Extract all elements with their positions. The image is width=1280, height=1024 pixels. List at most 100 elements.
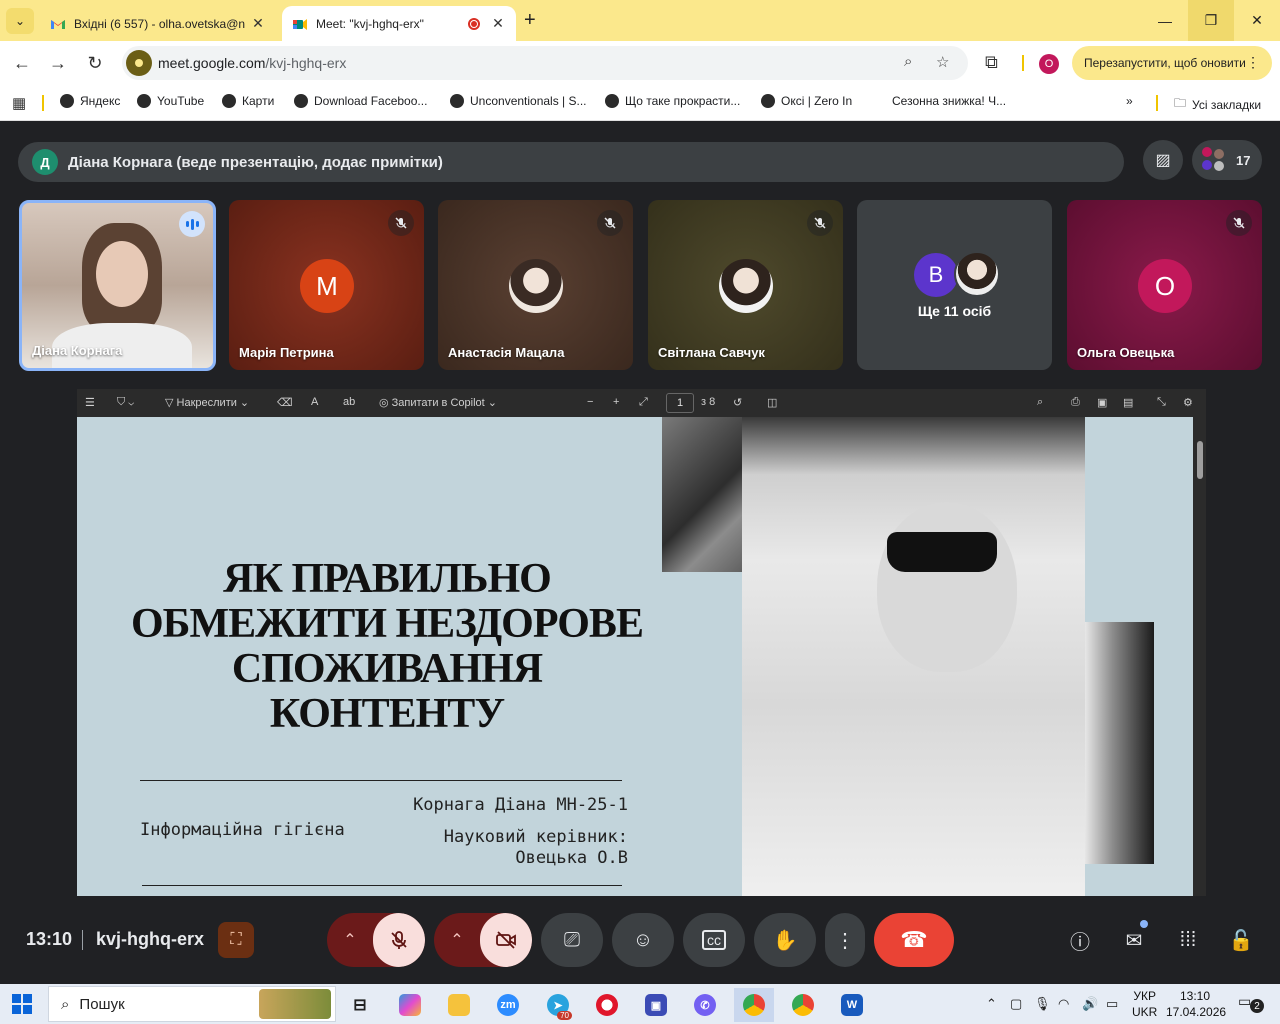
extensions-icon[interactable]: ⧉ (985, 52, 998, 73)
notifications-button[interactable]: ▭ 2 (1238, 993, 1264, 1013)
microphone-icon[interactable]: 🎙 (1034, 996, 1051, 1012)
participant-tile[interactable]: Анастасія Мацала (438, 200, 633, 370)
host-controls-button[interactable]: 🔓 (1227, 926, 1255, 954)
participant-tile[interactable]: M Марія Петрина (229, 200, 424, 370)
eraser-icon[interactable]: ⌫ (277, 396, 293, 409)
participants-button[interactable]: 17 (1192, 140, 1262, 180)
volume-icon[interactable]: 🔊 (1082, 996, 1098, 1012)
save-icon[interactable]: ▣ (1097, 396, 1107, 409)
zoom-icon[interactable]: ⌕ (904, 53, 912, 70)
participant-tile[interactable]: Світлана Савчук (648, 200, 843, 370)
mic-toggle-button[interactable] (373, 913, 425, 967)
new-tab-button[interactable]: + (524, 9, 536, 32)
all-bookmarks-button[interactable]: 🗀 Усі закладки (1174, 94, 1261, 115)
tray-overflow-icon[interactable]: ⌃ (986, 996, 997, 1012)
highlight-icon[interactable]: ⛉ ⌄ (117, 396, 134, 409)
close-icon[interactable]: ✕ (250, 15, 266, 32)
minimize-button[interactable]: — (1142, 0, 1188, 41)
bookmark-item[interactable]: Що таке прокрасти... (605, 94, 740, 108)
bookmark-item[interactable]: Unconventionals | S... (450, 94, 587, 108)
back-button[interactable]: ← (10, 51, 34, 75)
tab-search-button[interactable]: ⌄ (6, 8, 34, 34)
address-bar[interactable]: meet.google.com/kvj-hghq-erx ⌕ ☆ (122, 46, 968, 80)
scrollbar-thumb[interactable] (1197, 441, 1203, 479)
close-icon[interactable]: ✕ (490, 15, 506, 32)
contents-icon[interactable]: ☰ (85, 396, 95, 409)
page-number-input[interactable]: 1 (666, 393, 694, 413)
pdf-scrollbar[interactable] (1193, 417, 1206, 896)
participant-tile[interactable]: Діана Корнага (19, 200, 216, 371)
zoom-app-icon[interactable]: zm (488, 988, 528, 1022)
read-aloud-icon[interactable]: ab (343, 396, 355, 408)
print-icon[interactable]: ⎙ (1071, 396, 1080, 409)
opera-icon[interactable] (587, 988, 627, 1022)
zoom-in-icon[interactable]: + (613, 396, 619, 408)
bookmark-item[interactable]: Download Faceboo... (294, 94, 427, 108)
bookmark-item[interactable]: YouTube (137, 94, 204, 108)
meet-tray-icon[interactable]: ▢ (1010, 996, 1022, 1012)
more-vert-icon[interactable]: ⋮ (1246, 54, 1260, 71)
restore-button[interactable]: ❐ (1188, 0, 1234, 41)
bookmark-item[interactable]: Карти (222, 94, 274, 108)
search-icon[interactable]: ⌕ (1037, 396, 1043, 409)
hide-self-view-button[interactable]: ▨ (1143, 140, 1183, 180)
restart-to-update-button[interactable]: Перезапустити, щоб оновити ⋮ (1072, 46, 1272, 80)
gmail-icon (51, 19, 65, 29)
captions-button[interactable]: cc (683, 913, 745, 967)
bookmark-item[interactable]: Сезонна знижка! Ч... (892, 94, 1006, 108)
camera-options-chevron-icon[interactable]: ⌃ (434, 913, 480, 967)
present-screen-button[interactable]: ⎚ (541, 913, 603, 967)
site-info-icon[interactable] (126, 50, 152, 76)
input-language[interactable]: УКР UKR (1132, 988, 1157, 1020)
reactions-button[interactable]: ☺ (612, 913, 674, 967)
more-options-button[interactable]: ⋮ (825, 913, 865, 967)
copilot-icon[interactable] (390, 988, 430, 1022)
windows-start-icon[interactable] (12, 994, 32, 1014)
camera-toggle-button[interactable] (480, 913, 532, 967)
text-icon[interactable]: A (311, 396, 318, 408)
more-bookmarks-button[interactable]: » (1126, 94, 1133, 108)
settings-icon[interactable]: ⚙ (1183, 396, 1193, 409)
bookmark-star-icon[interactable]: ☆ (936, 53, 949, 71)
profile-avatar[interactable]: О (1039, 54, 1059, 74)
save-as-icon[interactable]: ▤ (1123, 396, 1133, 409)
mic-options-chevron-icon[interactable]: ⌃ (327, 913, 373, 967)
zoom-out-icon[interactable]: − (587, 396, 593, 408)
participant-tile-others[interactable]: B Ще 11 осіб (857, 200, 1052, 370)
chrome-icon[interactable] (734, 988, 774, 1022)
url-text[interactable]: meet.google.com/kvj-hghq-erx (158, 55, 346, 71)
copilot-button[interactable]: ◎ Запитати в Copilot ⌄ (379, 396, 497, 409)
raise-hand-button[interactable]: ✋ (754, 913, 816, 967)
chat-button[interactable]: ✉ (1120, 926, 1148, 954)
meeting-info-button[interactable]: ⓘ (1066, 926, 1094, 954)
fit-page-icon[interactable]: ⤢ (639, 396, 648, 409)
draw-button[interactable]: ▽ Накреслити ⌄ (165, 396, 249, 409)
activities-button[interactable]: ⁞⁞⁞ (1174, 926, 1202, 954)
taskbar-clock[interactable]: 13:10 17.04.2026 (1166, 988, 1226, 1020)
leave-call-button[interactable]: ☎ (874, 913, 954, 967)
tab-meet[interactable]: Meet: "kvj-hghq-erx" ✕ (282, 6, 516, 41)
battery-icon[interactable]: ▭ (1106, 996, 1118, 1012)
slide-page: ЯК ПРАВИЛЬНО ОБМЕЖИТИ НЕЗДОРОВЕ СПОЖИВАН… (77, 417, 1193, 896)
apps-grid-icon[interactable]: ▦ (12, 94, 26, 112)
chrome-profile-icon[interactable] (783, 988, 823, 1022)
host-controls-icon[interactable]: ⛶ (218, 922, 254, 958)
participant-tile[interactable]: O Ольга Овецька (1067, 200, 1262, 370)
bookmark-item[interactable]: Оксі | Zero In (761, 94, 852, 108)
close-window-button[interactable]: ✕ (1234, 0, 1280, 41)
task-view-icon[interactable]: ⊟ (340, 988, 380, 1022)
word-icon[interactable]: W (832, 988, 872, 1022)
fullscreen-icon[interactable]: ⤡ (1157, 396, 1166, 409)
telegram-icon[interactable]: ➤ 70 (538, 988, 578, 1022)
tab-gmail[interactable]: Вхідні (6 557) - olha.ovetska@n ✕ (40, 6, 276, 41)
bookmark-item[interactable]: Яндекс (60, 94, 120, 108)
reload-button[interactable]: ↻ (83, 51, 107, 75)
wifi-icon[interactable]: ◠ (1058, 996, 1069, 1012)
taskbar-search[interactable]: ⌕ Пошук (48, 986, 336, 1022)
viber-icon[interactable]: ✆ (685, 988, 725, 1022)
page-view-icon[interactable]: ◫ (767, 396, 777, 409)
rotate-icon[interactable]: ↺ (733, 396, 742, 409)
save-app-icon[interactable]: ▣ (636, 988, 676, 1022)
forward-button[interactable]: → (46, 51, 70, 75)
file-explorer-icon[interactable] (439, 988, 479, 1022)
